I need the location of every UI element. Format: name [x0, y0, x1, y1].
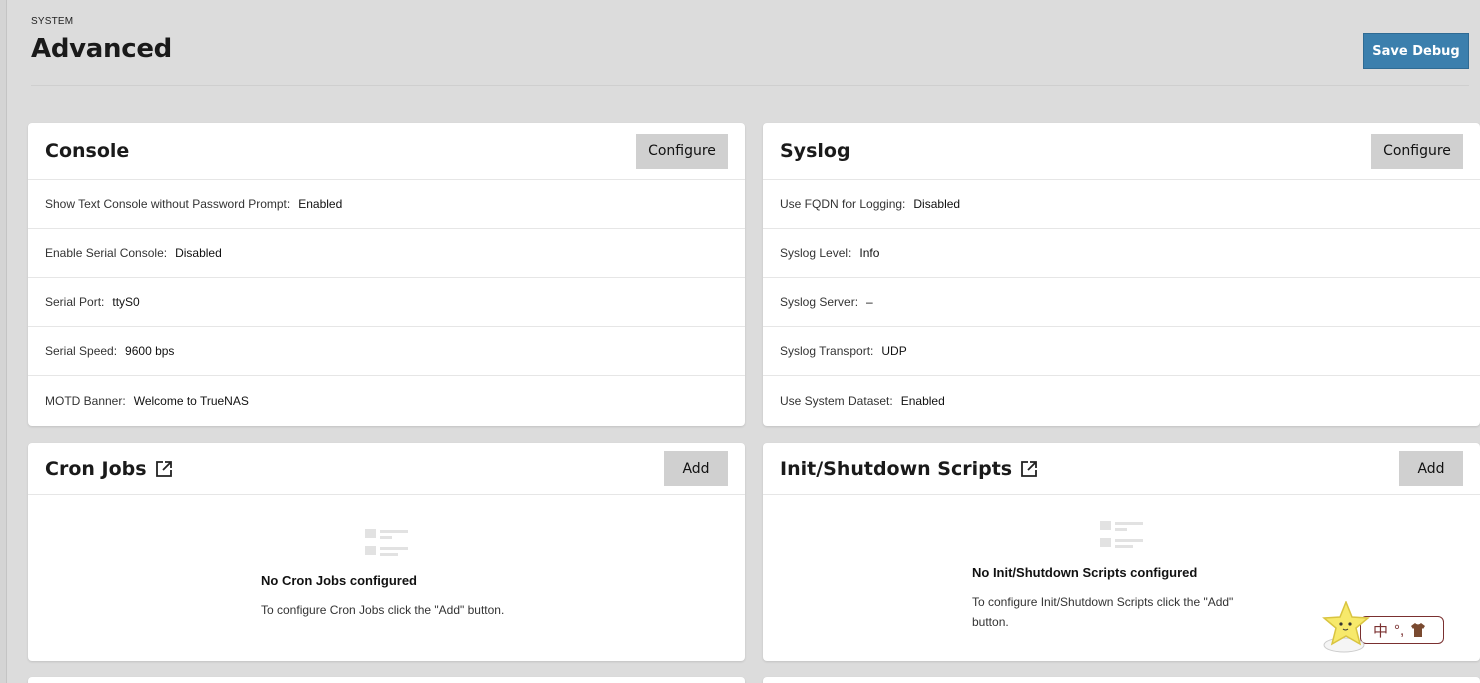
console-row: Serial Speed: 9600 bps [28, 327, 745, 376]
cron-empty-state: No Cron Jobs configured To configure Cro… [261, 529, 504, 620]
row-label: Use FQDN for Logging: [780, 197, 906, 211]
console-configure-button[interactable]: Configure [636, 133, 728, 169]
init-shutdown-card-header: Init/Shutdown Scripts Add [763, 443, 1480, 495]
cron-jobs-card-header: Cron Jobs Add [28, 443, 745, 495]
row-value: Info [859, 246, 880, 260]
syslog-row: Syslog Level: Info [763, 229, 1480, 278]
star-mascot-icon [1322, 601, 1370, 653]
page-header: SYSTEM Advanced [31, 16, 1468, 64]
syslog-configure-button[interactable]: Configure [1371, 133, 1463, 169]
row-label: Serial Speed: [45, 344, 118, 358]
init-empty-state: No Init/Shutdown Scripts configured To c… [972, 521, 1262, 632]
header-divider [31, 85, 1469, 86]
breadcrumb: SYSTEM [31, 16, 74, 27]
syslog-row: Syslog Transport: UDP [763, 327, 1480, 376]
console-card-title: Console [45, 140, 130, 162]
cron-jobs-card-title: Cron Jobs [45, 457, 147, 480]
row-value: – [866, 295, 873, 309]
row-value: Welcome to TrueNAS [133, 393, 249, 408]
empty-list-icon [1100, 521, 1143, 548]
cron-jobs-card-title-wrap: Cron Jobs [45, 458, 173, 480]
console-row: Show Text Console without Password Promp… [28, 180, 745, 229]
init-shutdown-card-title: Init/Shutdown Scripts [780, 457, 1013, 480]
syslog-settings-list: Use FQDN for Logging: Disabled Syslog Lev… [763, 180, 1480, 425]
ime-punctuation-label: °, [1394, 621, 1405, 639]
empty-list-icon [365, 529, 408, 556]
next-card-left [28, 677, 745, 683]
ime-toolbar[interactable]: 中 °, [1322, 601, 1447, 653]
init-empty-title: No Init/Shutdown Scripts configured [972, 565, 1198, 580]
cron-empty-title: No Cron Jobs configured [261, 573, 417, 588]
syslog-row: Syslog Server: – [763, 278, 1480, 327]
init-empty-description: To configure Init/Shutdown Scripts click… [972, 595, 1234, 629]
cron-add-button[interactable]: Add [664, 451, 728, 486]
syslog-card: Syslog Configure Use FQDN for Logging: Di… [763, 123, 1480, 426]
console-row: Serial Port: ttyS0 [28, 278, 745, 327]
save-debug-button[interactable]: Save Debug [1363, 33, 1469, 69]
syslog-row: Use System Dataset: Enabled [763, 376, 1480, 425]
row-value: Disabled [175, 246, 222, 260]
row-value: ttyS0 [112, 295, 140, 309]
console-row: Enable Serial Console: Disabled [28, 229, 745, 278]
open-in-new-icon[interactable] [1020, 460, 1038, 478]
syslog-card-title: Syslog [780, 140, 851, 162]
console-settings-list: Show Text Console without Password Promp… [28, 180, 745, 425]
row-label: Serial Port: [45, 295, 105, 309]
init-shutdown-card-title-wrap: Init/Shutdown Scripts [780, 458, 1038, 480]
left-sidebar-edge [0, 0, 7, 683]
row-label: MOTD Banner: [45, 393, 126, 408]
cron-jobs-card: Cron Jobs Add No Cron Jobs configured To… [28, 443, 745, 661]
row-label: Syslog Server: [780, 295, 859, 309]
row-label: Enable Serial Console: [45, 246, 168, 260]
row-label: Syslog Transport: [780, 344, 874, 358]
row-value: Enabled [298, 197, 343, 211]
console-row: MOTD Banner: Welcome to TrueNAS [28, 376, 745, 425]
syslog-row: Use FQDN for Logging: Disabled [763, 180, 1480, 229]
row-value: 9600 bps [125, 344, 175, 358]
row-value: Disabled [913, 197, 961, 211]
ime-language-label: 中 [1373, 622, 1389, 640]
syslog-card-header: Syslog Configure [763, 123, 1480, 180]
console-card-header: Console Configure [28, 123, 745, 180]
init-add-button[interactable]: Add [1399, 451, 1463, 486]
row-label: Show Text Console without Password Promp… [45, 197, 291, 211]
cron-empty-description: To configure Cron Jobs click the "Add" b… [261, 603, 505, 617]
ime-status-box[interactable]: 中 °, [1360, 616, 1444, 644]
row-value: Enabled [900, 393, 945, 408]
console-card: Console Configure Show Text Console with… [28, 123, 745, 426]
open-in-new-icon[interactable] [155, 460, 173, 478]
next-card-right [763, 677, 1480, 683]
shirt-icon [1411, 623, 1426, 637]
page-title: Advanced [31, 34, 172, 64]
row-label: Syslog Level: [780, 246, 852, 260]
row-value: UDP [881, 344, 907, 358]
row-label: Use System Dataset: [780, 393, 893, 408]
